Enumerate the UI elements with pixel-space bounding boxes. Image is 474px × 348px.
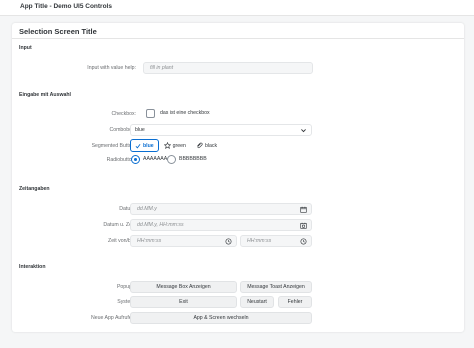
value-help-placeholder: fill in plant [150,65,174,71]
restart-button[interactable]: Neustart [240,296,274,308]
datetime-placeholder: dd.MM.y, HH:mm:ss [137,222,184,228]
clock-icon[interactable] [225,238,232,245]
time-from-placeholder: HH:mm:ss [137,238,162,244]
radio-option-a-label: AAAAAAA [143,156,168,162]
segment-blue-label: blue [143,142,154,149]
section-title-time: Zeitangaben [19,186,50,192]
checkbox-box[interactable] [146,109,155,118]
star-icon [163,142,171,149]
time-from-picker[interactable]: HH:mm:ss [130,235,237,247]
checkmark-icon [135,143,141,148]
radio-option-b-label: BBBBBBBB [179,156,207,162]
calendar-icon[interactable] [300,206,307,213]
message-toast-button[interactable]: Message Toast Anzeigen [240,281,312,293]
calendar-clock-icon[interactable] [300,222,307,229]
checkbox[interactable]: das ist eine checkbox [146,109,266,119]
value-help-label: Input with value help: [87,65,136,71]
value-help-input[interactable]: fill in plant [143,62,313,74]
selection-screen-panel: Selection Screen Title Input Input with … [12,23,464,332]
segment-black[interactable]: black [191,139,222,152]
date-placeholder: dd.MM.y [137,206,157,212]
shell-bar: App Title - Demo UI5 Controls [0,0,474,16]
radio-option-a[interactable]: AAAAAAA [131,155,171,165]
segment-green[interactable]: green [159,139,191,152]
radio-circle-a[interactable] [131,155,140,164]
chevron-down-icon[interactable] [300,127,307,134]
message-box-button[interactable]: Message Box Anzeigen [130,281,237,293]
date-picker[interactable]: dd.MM.y [130,203,312,215]
exit-button[interactable]: Exit [130,296,237,308]
page-title: Selection Screen Title [19,27,97,36]
datetime-picker[interactable]: dd.MM.y, HH:mm:ss [130,219,312,231]
segment-green-label: green [172,142,186,149]
clock-icon[interactable] [300,238,307,245]
combobox[interactable]: blue [130,124,312,136]
section-title-input: Input [19,45,32,51]
error-button[interactable]: Fehler [278,296,312,308]
time-to-picker[interactable]: HH:mm:ss [240,235,312,247]
segment-blue[interactable]: blue [130,139,159,152]
time-to-placeholder: HH:mm:ss [247,238,272,244]
switch-app-button[interactable]: App & Screen wechseln [130,312,312,324]
radio-circle-b[interactable] [167,155,176,164]
app-title: App Title - Demo UI5 Controls [20,3,112,10]
checkbox-label: Checkbox: [111,111,136,117]
segmented-button: blue green black [130,139,222,152]
checkbox-text: das ist eine checkbox [160,110,210,116]
combobox-value: blue [135,127,145,133]
radio-option-b[interactable]: BBBBBBBB [167,155,217,165]
section-title-selection: Eingabe mit Auswahl [19,92,71,98]
segment-black-label: black [204,142,218,149]
paperclip-icon [197,142,203,149]
section-title-interaction: Interaktion [19,264,46,270]
title-divider [12,38,464,39]
